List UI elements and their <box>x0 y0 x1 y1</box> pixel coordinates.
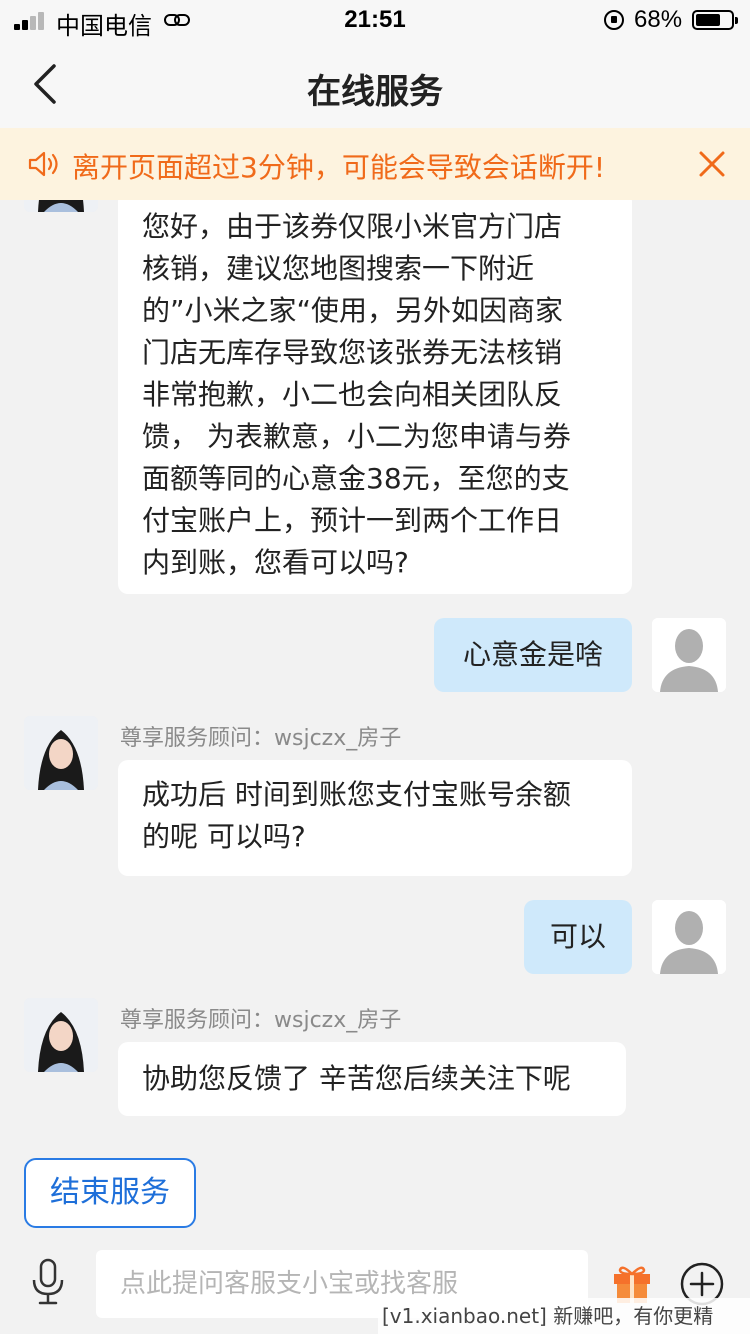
message-line: 的”小米之家“使用，另外如因商家 <box>142 294 564 327</box>
notice-banner: 离开页面超过3分钟，可能会导致会话断开! <box>0 128 750 200</box>
user-avatar <box>652 900 726 974</box>
message-line: 付宝账户上，预计一到两个工作日 <box>142 504 563 537</box>
status-bar: 中国电信 21:51 68% <box>0 0 750 40</box>
message-line: 您好，由于该券仅限小米官方门店 <box>142 210 563 243</box>
message-line: 馈， 为表歉意，小二为您申请与券 <box>142 420 571 453</box>
message-line: 内到账，您看可以吗? <box>142 546 409 579</box>
end-service-button[interactable]: 结束服务 <box>24 1158 196 1228</box>
message-line: 成功后 时间到账您支付宝账号余额 <box>142 778 571 811</box>
battery-percent: 68% <box>634 6 683 33</box>
agent-avatar <box>24 998 98 1072</box>
microphone-icon[interactable] <box>30 1258 66 1306</box>
agent-message-bubble: 协助您反馈了 辛苦您后续关注下呢 <box>118 1042 626 1116</box>
user-message-bubble: 可以 <box>524 900 632 974</box>
message-line: 门店无库存导致您该张券无法核销 <box>142 336 563 369</box>
agent-avatar <box>24 716 98 790</box>
agent-message-bubble: 您好，由于该券仅限小米官方门店 核销，建议您地图搜索一下附近 的”小米之家“使用… <box>118 200 632 594</box>
agent-avatar <box>24 200 98 212</box>
speaker-icon <box>28 151 58 177</box>
nav-bar: 在线服务 <box>0 40 750 128</box>
message-line: 协助您反馈了 辛苦您后续关注下呢 <box>142 1062 571 1095</box>
notice-text: 离开页面超过3分钟，可能会导致会话断开! <box>72 151 606 184</box>
user-avatar <box>652 618 726 692</box>
agent-name: 尊享服务顾问：wsjczx_房子 <box>120 1008 402 1033</box>
message-line: 核销，建议您地图搜索一下附近 <box>142 252 535 285</box>
message-line: 的呢 可以吗? <box>142 820 306 853</box>
close-icon[interactable] <box>696 148 728 180</box>
user-message-bubble: 心意金是啥 <box>434 618 632 692</box>
message-line: 面额等同的心意金38元，至您的支 <box>142 462 570 495</box>
rotation-lock-icon <box>604 10 624 30</box>
watermark: [v1.xianbao.net] 新赚吧，有你更精彩！ <box>378 1298 750 1334</box>
page-title: 在线服务 <box>307 72 443 112</box>
agent-name: 尊享服务顾问：wsjczx_房子 <box>120 726 402 751</box>
battery-icon <box>692 10 738 30</box>
agent-message-bubble: 成功后 时间到账您支付宝账号余额 的呢 可以吗? <box>118 760 632 876</box>
message-line: 非常抱歉，小二也会向相关团队反 <box>142 378 563 411</box>
chat-area[interactable]: 您好，由于该券仅限小米官方门店 核销，建议您地图搜索一下附近 的”小米之家“使用… <box>0 200 750 1240</box>
